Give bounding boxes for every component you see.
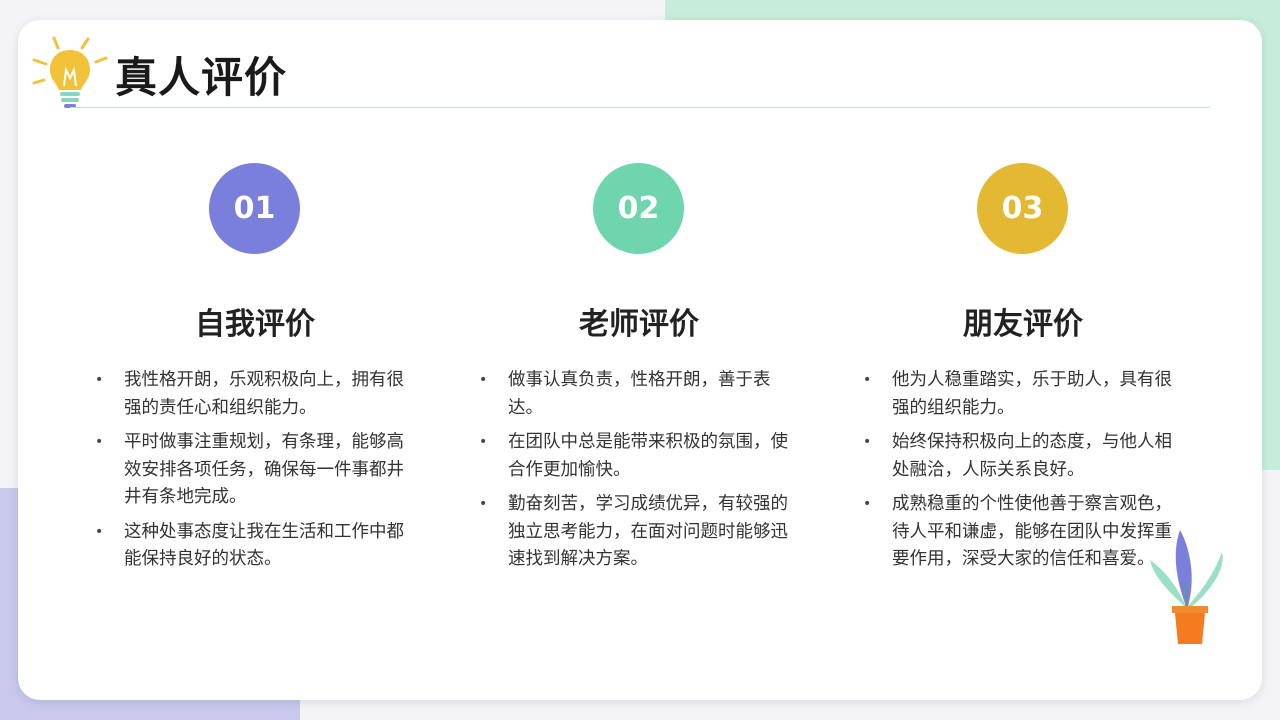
slide-card — [18, 20, 1262, 700]
list-item: • 做事认真负责，性格开朗，善于表达。 — [474, 367, 804, 422]
column-heading: 自我评价 — [195, 307, 315, 342]
list-item: • 他为人稳重踏实，乐于助人，具有很强的组织能力。 — [858, 367, 1188, 422]
bullet-dot-icon: • — [863, 434, 872, 450]
column-heading: 朋友评价 — [963, 307, 1083, 342]
bullet-dot-icon: • — [863, 372, 872, 388]
list-item: • 这种处事态度让我在生活和工作中都能保持良好的状态。 — [90, 519, 420, 574]
bullet-dot-icon: • — [479, 434, 488, 450]
number-badge: 03 — [977, 163, 1068, 254]
bullet-list: • 他为人稳重踏实，乐于助人，具有很强的组织能力。 • 始终保持积极向上的态度，与他… — [858, 367, 1188, 581]
bullet-dot-icon: • — [479, 496, 488, 512]
bullet-dot-icon: • — [95, 372, 104, 388]
bullet-dot-icon: • — [863, 496, 872, 512]
potted-plant-icon — [1150, 530, 1223, 644]
list-item: • 勤奋刻苦，学习成绩优异，有较强的独立思考能力，在面对问题时能够迅速找到解决方案… — [474, 491, 804, 574]
number-badge: 01 — [209, 163, 300, 254]
list-item: • 我性格开朗，乐观积极向上，拥有很强的责任心和组织能力。 — [90, 367, 420, 422]
list-item: • 平时做事注重规划，有条理，能够高效安排各项任务，确保每一件事都井井有条地完成。 — [90, 429, 420, 512]
bullet-dot-icon: • — [95, 523, 104, 540]
title-divider — [70, 107, 1210, 108]
bullet-dot-icon: • — [95, 434, 104, 450]
bullet-list: • 我性格开朗，乐观积极向上，拥有很强的责任心和组织能力。 • 平时做事注重规划，有… — [90, 367, 420, 581]
bullet-dot-icon: • — [479, 372, 488, 388]
number-badge: 02 — [593, 163, 684, 254]
page-title: 真人评价 — [115, 53, 288, 102]
list-item: • 成熟稳重的个性使他善于察言观色，待人平和谦虚，能够在团队中发挥重要作用，深受大… — [858, 491, 1188, 574]
list-item: • 始终保持积极向上的态度，与他人相处融洽，人际关系良好。 — [858, 429, 1188, 484]
column-heading: 老师评价 — [579, 307, 699, 342]
list-item: • 在团队中总是能带来积极的氛围，使合作更加愉快。 — [474, 429, 804, 484]
bullet-list: • 做事认真负责，性格开朗，善于表达。 • 在团队中总是能带来积极的氛围，使合作更加… — [474, 367, 804, 581]
lightbulb-icon — [32, 36, 108, 108]
